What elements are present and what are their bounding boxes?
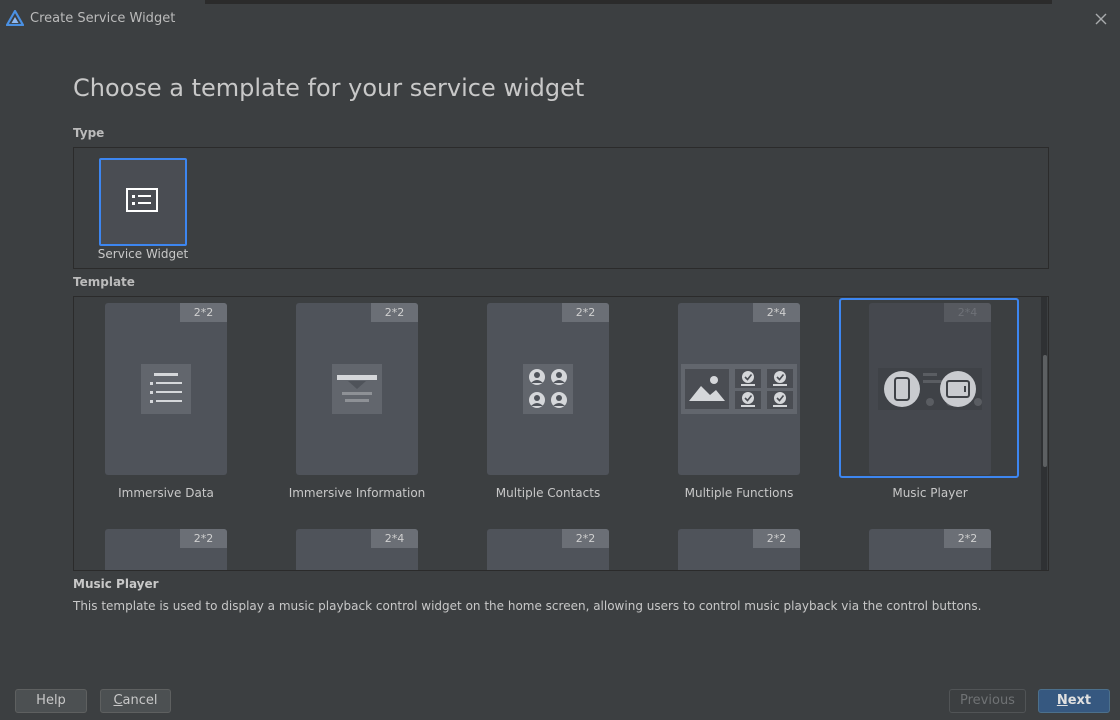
page-title: Choose a template for your service widge… <box>73 74 585 102</box>
size-badge: 2*2 <box>753 529 800 548</box>
template-tile-multiple-contacts[interactable]: 2*2 <box>487 303 609 475</box>
template-label-multiple-contacts: Multiple Contacts <box>495 486 601 500</box>
size-badge: 2*2 <box>180 303 227 322</box>
size-badge: 2*4 <box>371 529 418 548</box>
previous-button-label: Previous <box>960 693 1015 708</box>
size-badge: 2*2 <box>562 303 609 322</box>
template-label-immersive-information: Immersive Information <box>288 486 426 500</box>
list-card-icon <box>126 188 158 212</box>
next-mnemonic: N <box>1056 693 1068 708</box>
template-label-music-player: Music Player <box>892 486 968 500</box>
template-tile-row2-1[interactable]: 2*2 <box>105 529 227 570</box>
type-section-label: Type <box>73 126 105 140</box>
description-text: This template is used to display a music… <box>73 599 982 613</box>
cancel-button-label: ancel <box>122 693 158 708</box>
template-label-immersive-data: Immersive Data <box>118 486 214 500</box>
template-tile-row2-2[interactable]: 2*4 <box>296 529 418 570</box>
background-window-strip <box>205 0 1052 4</box>
selection-highlight <box>839 298 1019 478</box>
template-section-label: Template <box>73 275 135 289</box>
template-tile-row2-5[interactable]: 2*2 <box>869 529 991 570</box>
size-badge: 2*2 <box>180 529 227 548</box>
close-icon[interactable] <box>1090 8 1112 30</box>
template-tile-immersive-information[interactable]: 2*2 <box>296 303 418 475</box>
next-button[interactable]: Next <box>1038 689 1110 713</box>
size-badge: 2*4 <box>753 303 800 322</box>
app-logo-icon <box>6 10 24 26</box>
template-tile-row2-4[interactable]: 2*2 <box>678 529 800 570</box>
size-badge: 2*2 <box>371 303 418 322</box>
next-button-label: ext <box>1067 693 1092 708</box>
template-tile-immersive-data[interactable]: 2*2 <box>105 303 227 475</box>
template-tile-row2-3[interactable]: 2*2 <box>487 529 609 570</box>
help-button-label: Help <box>36 693 66 708</box>
type-card-label: Service Widget <box>97 247 189 261</box>
size-badge: 2*2 <box>562 529 609 548</box>
template-list[interactable]: 2*2 Immersive Data 2*2 Immersive Informa… <box>73 296 1049 571</box>
type-panel <box>73 147 1049 269</box>
help-button[interactable]: Help <box>15 689 87 713</box>
cancel-button[interactable]: Cancel <box>100 689 171 713</box>
list-lines-icon <box>141 364 191 414</box>
previous-button[interactable]: Previous <box>949 689 1026 713</box>
title-bar: Create Service Widget <box>0 0 1120 36</box>
window-title: Create Service Widget <box>30 11 176 26</box>
type-card-service-widget[interactable] <box>99 158 187 246</box>
scrollbar-thumb[interactable] <box>1043 355 1047 467</box>
image-and-checks-icon <box>681 364 797 414</box>
template-tile-multiple-functions[interactable]: 2*4 <box>678 303 800 475</box>
contacts-grid-icon <box>523 364 573 414</box>
description-title: Music Player <box>73 577 159 591</box>
size-badge: 2*2 <box>944 529 991 548</box>
template-label-multiple-functions: Multiple Functions <box>684 486 794 500</box>
text-block-icon <box>332 364 382 414</box>
cancel-mnemonic: C <box>113 693 123 708</box>
